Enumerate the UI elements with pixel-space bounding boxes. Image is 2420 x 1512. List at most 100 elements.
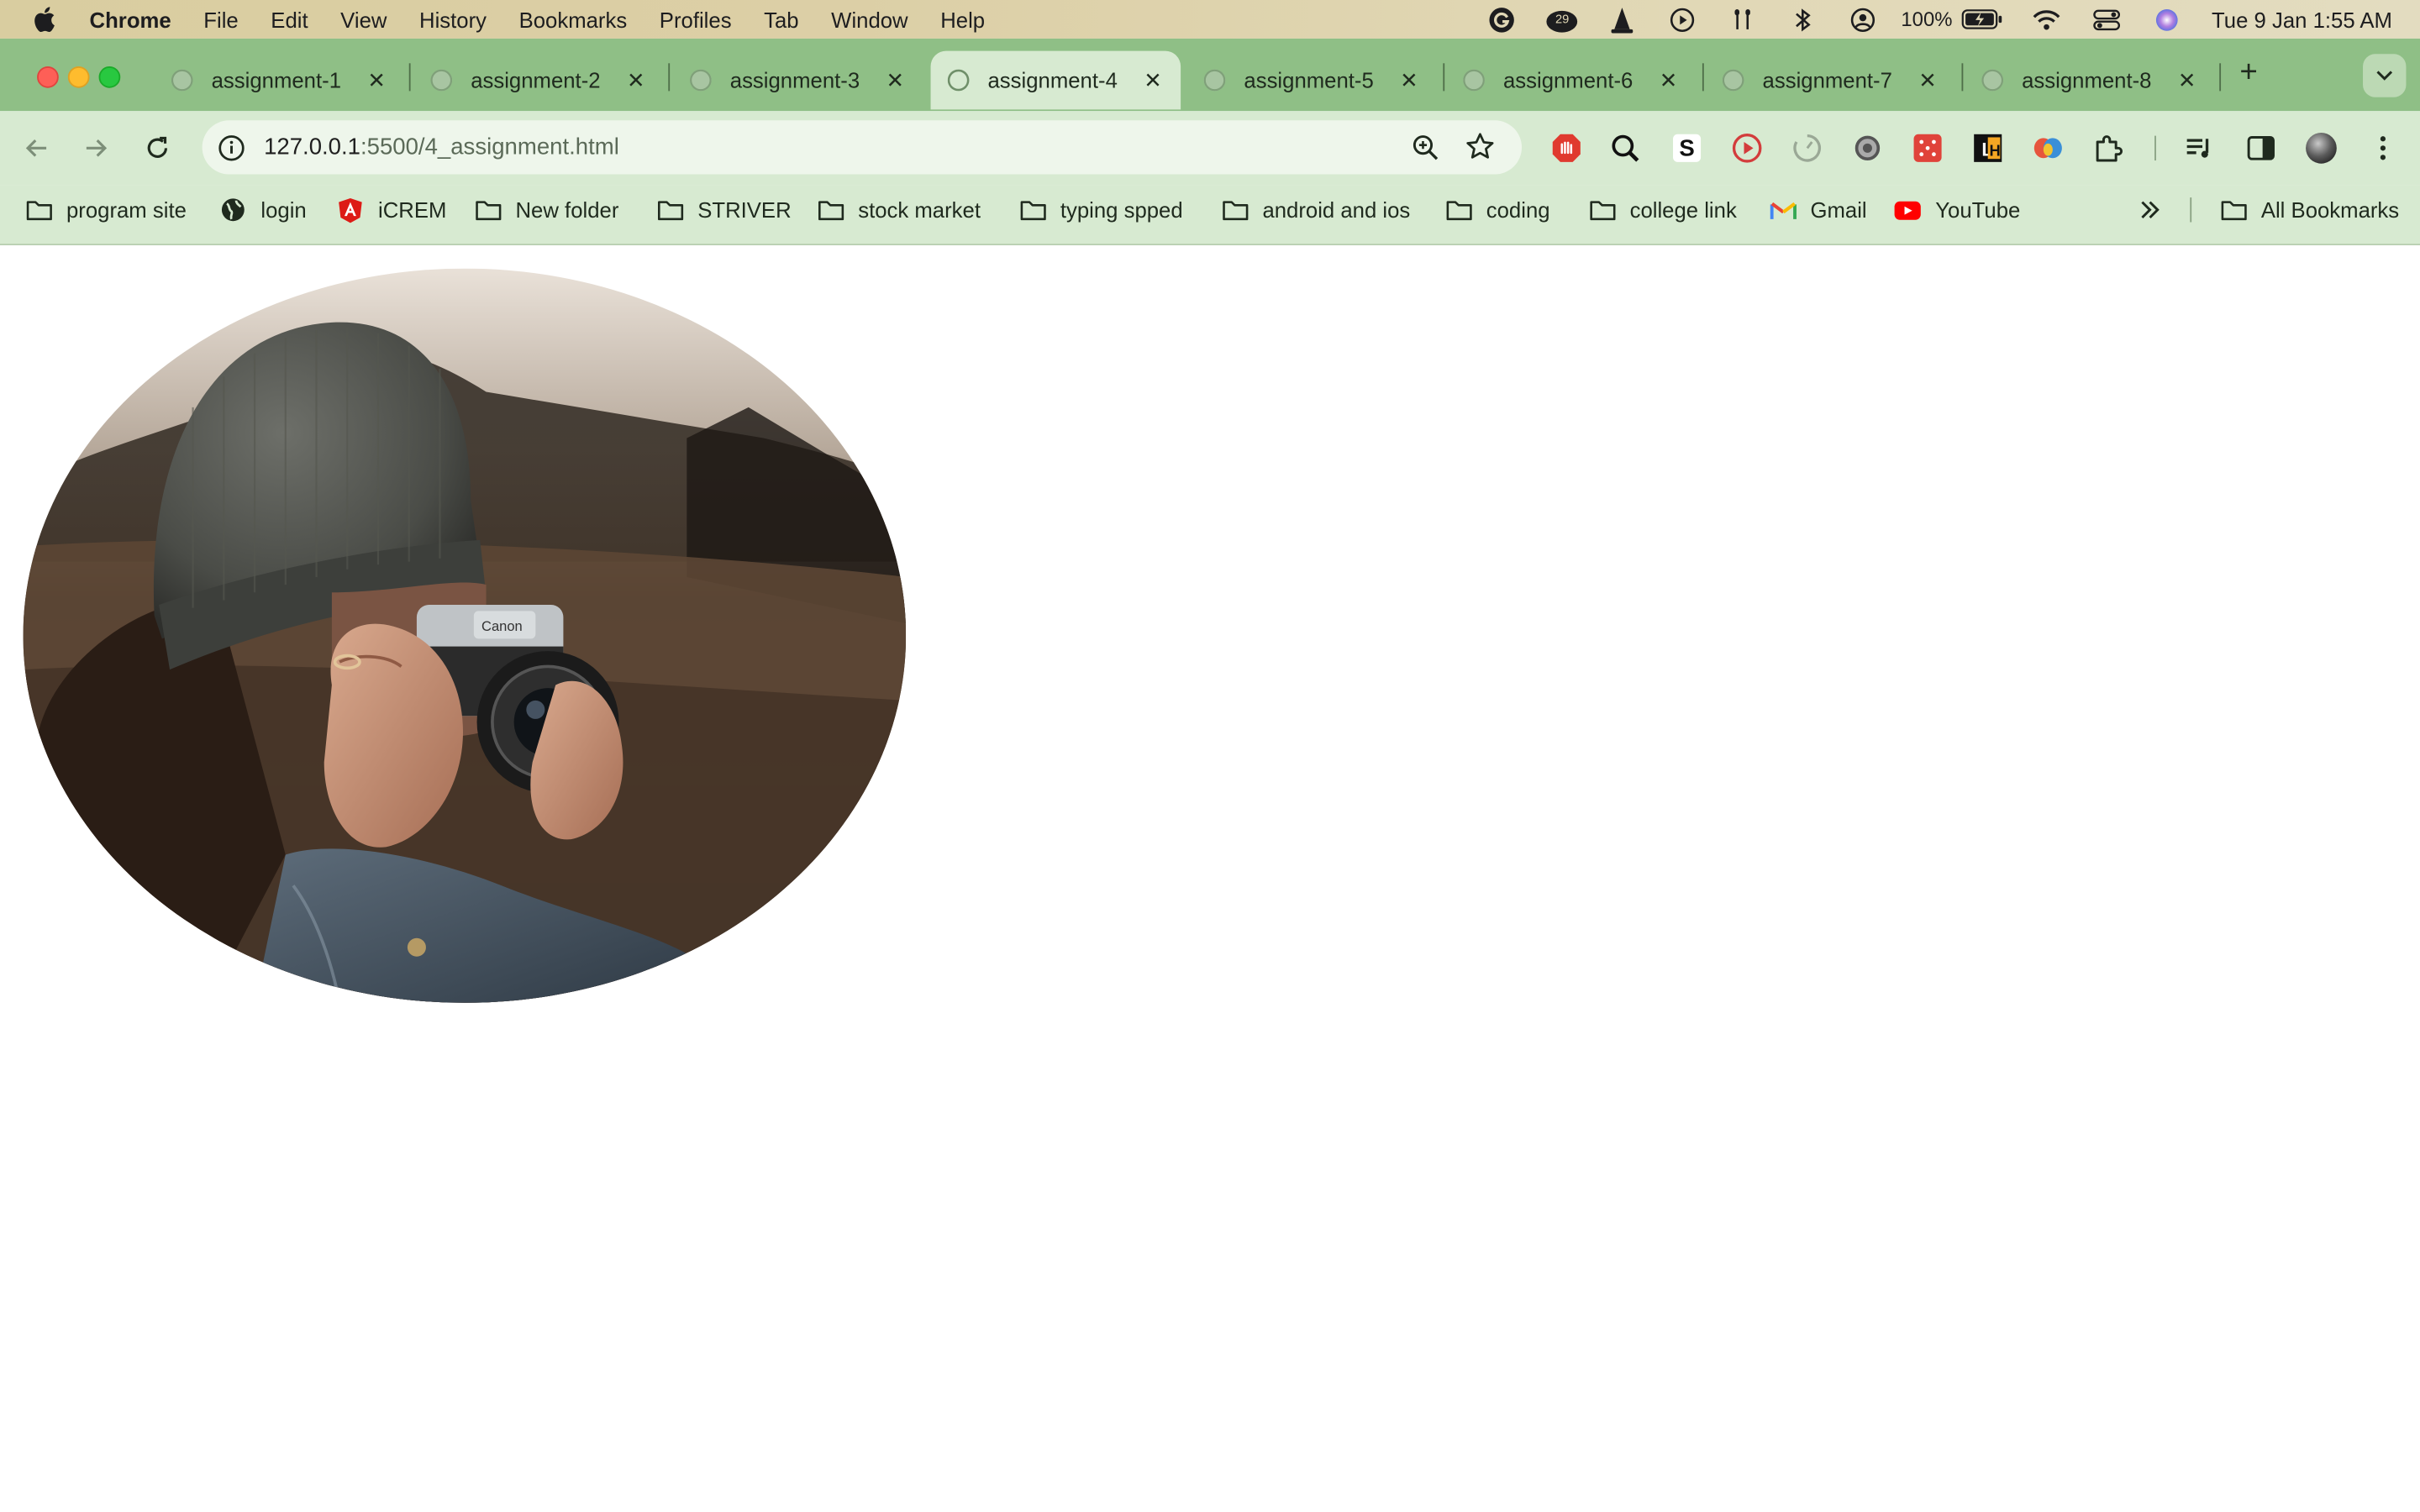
back-arrow-icon[interactable] <box>18 129 55 166</box>
brain-extension-icon[interactable] <box>2031 131 2065 165</box>
macos-menu-bar: Chrome File Edit View History Bookmarks … <box>0 0 2420 39</box>
toolbar-divider <box>2154 135 2156 161</box>
tab-assignment-1[interactable]: assignment-1 ✕ <box>155 51 405 110</box>
tab-close-icon[interactable]: ✕ <box>1915 67 1939 92</box>
menu-view[interactable]: View <box>340 7 387 31</box>
tab-search-chevron-icon[interactable] <box>2363 54 2407 97</box>
s-extension-icon[interactable]: S <box>1670 131 1703 165</box>
bookmark-coding[interactable]: coding <box>1444 185 1550 234</box>
new-tab-plus-icon[interactable]: + <box>2233 57 2265 88</box>
bookmark-program-site[interactable]: program site <box>24 185 187 234</box>
folder-icon <box>1588 197 1616 222</box>
user-account-icon[interactable] <box>1845 5 1879 33</box>
bookmark-label: All Bookmarks <box>2260 197 2400 223</box>
bookmark-icrem[interactable]: iCREM <box>336 185 446 234</box>
tab-close-icon[interactable]: ✕ <box>883 67 908 92</box>
folder-icon <box>656 197 684 222</box>
media-controls-icon[interactable] <box>2182 131 2216 165</box>
bookmark-typing-spped[interactable]: typing spped <box>1018 185 1183 234</box>
lh-extension-icon[interactable]: LH <box>1971 131 2005 165</box>
menu-file[interactable]: File <box>203 7 238 31</box>
globe-icon <box>219 197 247 222</box>
folder-icon <box>2219 197 2247 222</box>
tab-assignment-4-active[interactable]: assignment-4 ✕ <box>930 50 1181 110</box>
tab-divider <box>1961 63 1964 92</box>
svg-text:S: S <box>1679 135 1694 161</box>
bookmark-college-link[interactable]: college link <box>1588 185 1737 234</box>
tab-label: assignment-5 <box>1244 67 1374 93</box>
window-zoom-button[interactable] <box>98 66 121 88</box>
window-close-button[interactable] <box>37 66 59 88</box>
tab-label: assignment-2 <box>471 67 601 93</box>
address-bar[interactable]: 127.0.0.1:5500/4_assignment.html <box>202 120 1523 175</box>
address-url[interactable]: 127.0.0.1:5500/4_assignment.html <box>264 134 619 160</box>
search-extension-icon[interactable] <box>1608 131 1642 165</box>
control-center-icon[interactable] <box>2090 5 2123 33</box>
all-bookmarks-folder[interactable]: All Bookmarks <box>2219 185 2399 234</box>
bookmark-youtube[interactable]: YouTube <box>1894 185 2020 234</box>
svg-text:H: H <box>1990 142 2001 160</box>
battery-charging-icon[interactable] <box>1960 5 2003 33</box>
bookmark-star-icon[interactable] <box>1465 131 1496 162</box>
play-circle-icon[interactable] <box>1665 5 1698 33</box>
bookmark-gmail[interactable]: Gmail <box>1769 185 1867 234</box>
menu-app-name[interactable]: Chrome <box>90 7 171 31</box>
tab-close-icon[interactable]: ✕ <box>623 67 648 92</box>
tab-assignment-8[interactable]: assignment-8 ✕ <box>1965 51 2215 110</box>
folder-icon <box>474 197 502 222</box>
tab-assignment-6[interactable]: assignment-6 ✕ <box>1446 51 1697 110</box>
chrome-menu-kebab-icon[interactable] <box>2366 131 2400 165</box>
tab-close-icon[interactable]: ✕ <box>1397 67 1421 92</box>
apple-menu-icon[interactable] <box>31 7 55 33</box>
tab-assignment-3[interactable]: assignment-3 ✕ <box>673 51 923 110</box>
tab-close-icon[interactable]: ✕ <box>1656 67 1681 92</box>
globe-favicon-icon <box>171 69 193 92</box>
youtube-icon <box>1894 197 1922 222</box>
menu-history[interactable]: History <box>419 7 487 31</box>
tab-close-icon[interactable]: ✕ <box>2175 67 2199 92</box>
airpods-icon[interactable] <box>1725 5 1759 33</box>
menu-bar-clock[interactable]: Tue 9 Jan 1:55 AM <box>2212 7 2392 31</box>
bluetooth-icon[interactable] <box>1786 5 1819 33</box>
vlc-cone-icon[interactable] <box>1605 5 1639 33</box>
extensions-puzzle-icon[interactable] <box>2091 131 2125 165</box>
folder-icon <box>817 197 844 222</box>
menu-bookmarks[interactable]: Bookmarks <box>519 7 628 31</box>
menu-help[interactable]: Help <box>940 7 985 31</box>
menu-window[interactable]: Window <box>831 7 908 31</box>
bookmark-login[interactable]: login <box>219 185 307 234</box>
loading-extension-icon[interactable] <box>1791 131 1824 165</box>
bookmark-new-folder[interactable]: New folder <box>474 185 618 234</box>
site-info-icon[interactable] <box>216 133 247 164</box>
bookmark-stock-market[interactable]: stock market <box>817 185 981 234</box>
window-minimize-button[interactable] <box>67 66 90 88</box>
tab-close-icon[interactable]: ✕ <box>1140 67 1165 92</box>
tab-close-icon[interactable]: ✕ <box>364 67 388 92</box>
grammarly-icon[interactable] <box>1484 5 1518 33</box>
wifi-icon[interactable] <box>2029 5 2063 33</box>
bookmark-striver[interactable]: STRIVER <box>656 185 792 234</box>
tab-label: assignment-3 <box>729 67 860 93</box>
side-panel-icon[interactable] <box>2244 131 2278 165</box>
siri-icon[interactable] <box>2150 5 2184 33</box>
red-grid-extension-icon[interactable] <box>1911 131 1944 165</box>
profile-avatar[interactable] <box>2304 131 2338 165</box>
gear-bot-extension-icon[interactable] <box>1850 131 1884 165</box>
reload-icon[interactable] <box>139 129 176 166</box>
adblock-extension-icon[interactable] <box>1549 131 1583 165</box>
tab-assignment-2[interactable]: assignment-2 ✕ <box>413 51 664 110</box>
menu-edit[interactable]: Edit <box>271 7 308 31</box>
angular-icon <box>336 197 364 223</box>
globe-favicon-icon <box>430 69 453 92</box>
bookmark-android-and-ios[interactable]: android and ios <box>1221 185 1410 234</box>
tab-assignment-5[interactable]: assignment-5 ✕ <box>1186 51 1437 110</box>
screen-recorder-extension-icon[interactable] <box>1730 131 1764 165</box>
forward-arrow-icon[interactable] <box>77 129 114 166</box>
zoom-magnifier-icon[interactable] <box>1411 133 1442 164</box>
tab-assignment-7[interactable]: assignment-7 ✕ <box>1706 51 1956 110</box>
menu-tab[interactable]: Tab <box>764 7 798 31</box>
bookmark-label: stock market <box>858 197 981 223</box>
notification-badge-icon[interactable]: 29 <box>1544 5 1578 33</box>
bookmarks-overflow-chevron-icon[interactable] <box>2138 185 2162 234</box>
menu-profiles[interactable]: Profiles <box>660 7 732 31</box>
